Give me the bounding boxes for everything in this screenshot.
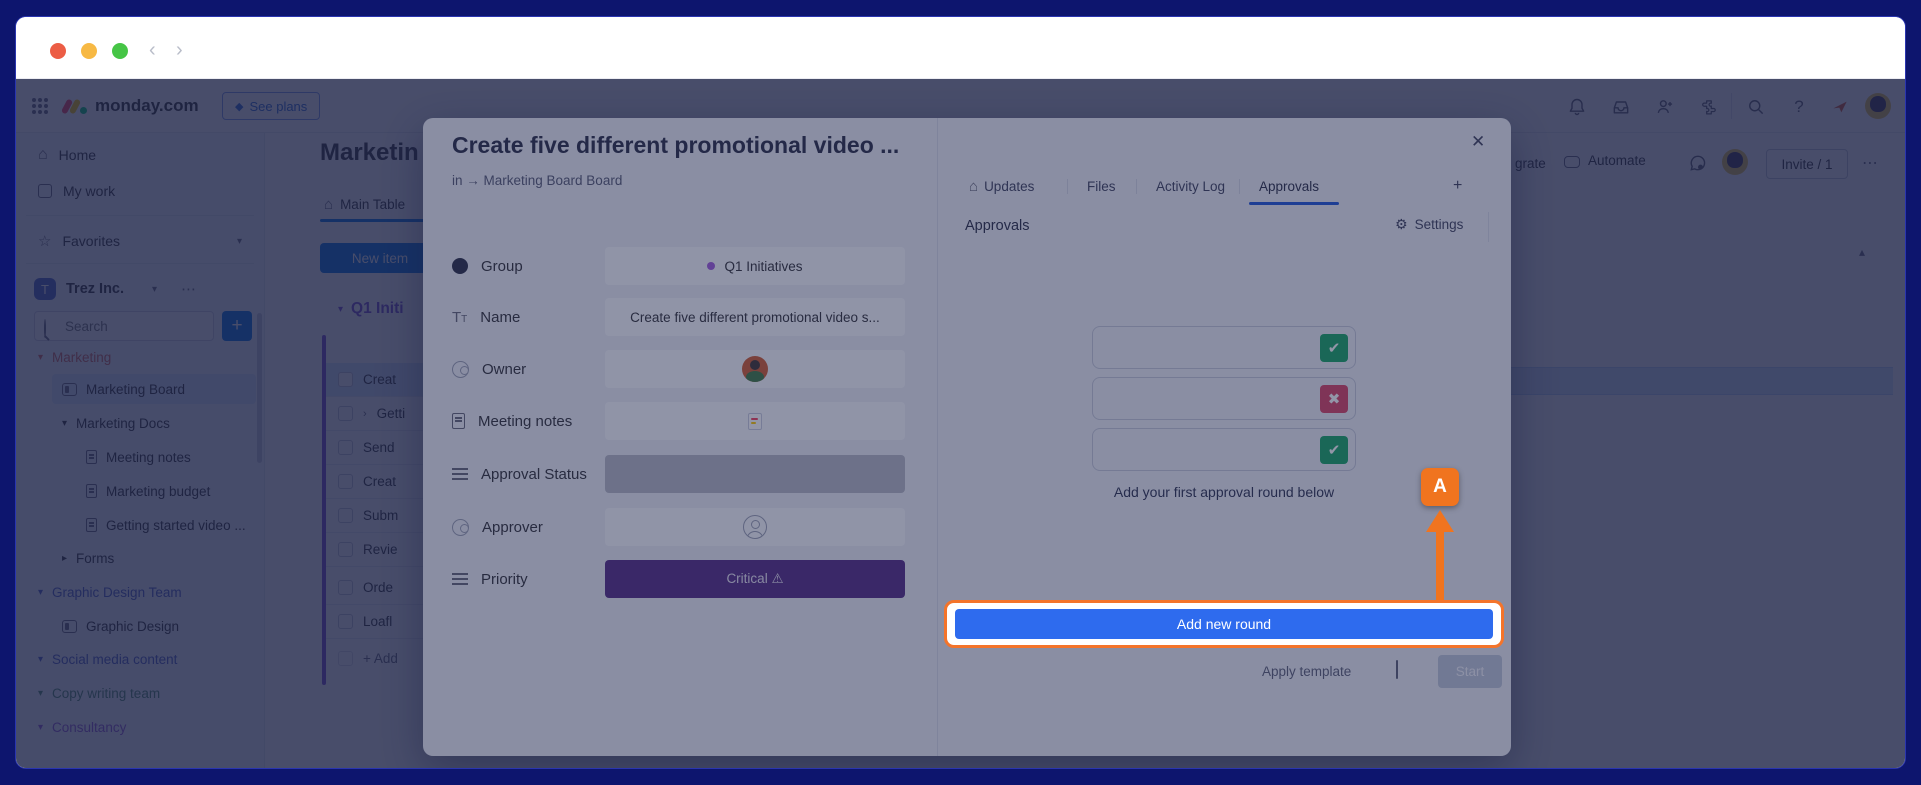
maximize-window-button[interactable] (112, 43, 128, 59)
forward-icon[interactable]: › (176, 39, 183, 62)
tutorial-dim-overlay (16, 79, 1905, 768)
minimize-window-button[interactable] (81, 43, 97, 59)
browser-chrome: ‹ › (16, 17, 1905, 79)
close-window-button[interactable] (50, 43, 66, 59)
monday-app: monday.com ◆ See plans ? (16, 79, 1905, 768)
browser-window: ‹ › monday.com ◆ See plans (16, 17, 1905, 768)
back-icon[interactable]: ‹ (149, 39, 156, 62)
